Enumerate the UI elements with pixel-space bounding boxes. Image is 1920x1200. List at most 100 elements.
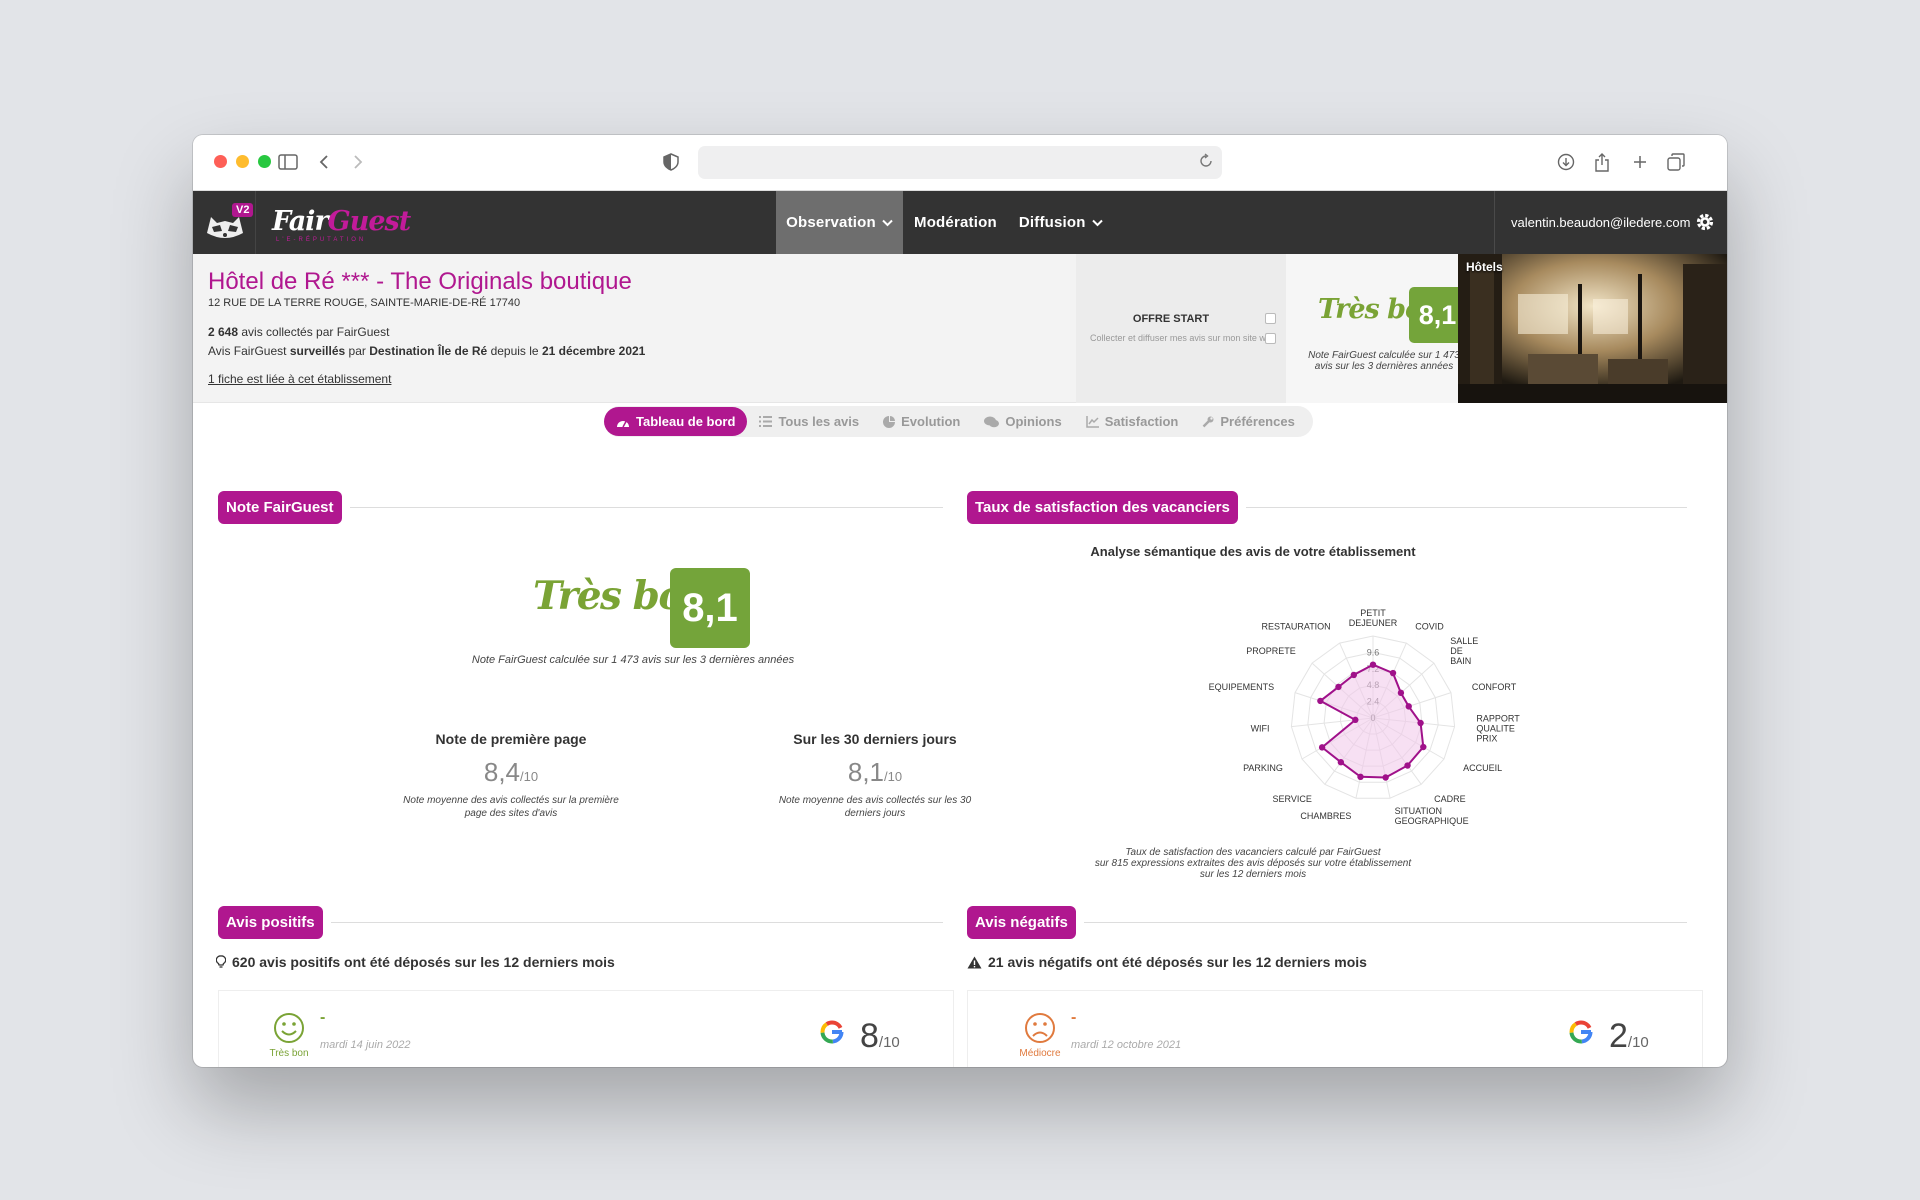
warning-icon [967, 956, 982, 969]
review-score: 8/10 [860, 1017, 900, 1056]
brand-guest: Guest [327, 206, 412, 237]
raccoon-logo[interactable]: V2 [193, 191, 256, 254]
zoom-window-button[interactable] [258, 155, 271, 168]
close-window-button[interactable] [214, 155, 227, 168]
tab-evolution[interactable]: Evolution [871, 407, 972, 436]
section-divider [1245, 507, 1687, 508]
hotel-photo: Hôtels [1458, 254, 1727, 403]
radar-category-label: SITUATION GEOGRAPHIQUE [1395, 806, 1469, 826]
review-date: mardi 12 octobre 2021 [1071, 1039, 1182, 1051]
first-page-stat: Note de première page 8,4/10 Note moyenn… [401, 731, 621, 820]
chevron-down-icon [1091, 214, 1103, 231]
reload-icon[interactable] [1198, 153, 1214, 174]
radar-category-label: CHAMBRES [1300, 811, 1351, 821]
tab-satisfaction[interactable]: Satisfaction [1074, 407, 1191, 436]
positive-reviews-header: Avis positifs [218, 906, 943, 939]
monitoring-organization: Destination Île de Ré [369, 344, 488, 358]
browser-window: V2 FairGuest L'E-RÉPUTATION Observation … [193, 135, 1727, 1067]
menu-observation-label: Observation [786, 214, 876, 231]
stat-note: Note moyenne des avis collectés sur les … [778, 795, 972, 819]
menu-observation[interactable]: Observation [776, 191, 903, 254]
stat-value: 8,4/10 [401, 757, 621, 788]
monitoring-prefix: Avis FairGuest [208, 344, 290, 358]
tab-label: Tableau de bord [636, 414, 736, 429]
user-menu[interactable]: valentin.beaudon@iledere.com [1494, 191, 1727, 254]
radar-data-point [1337, 759, 1345, 766]
tab-label: Tous les avis [778, 414, 860, 429]
menu-diffusion[interactable]: Diffusion [1008, 191, 1114, 254]
radar-data-point [1382, 774, 1389, 781]
list-icon [759, 416, 773, 427]
main-menu: Observation Modération Diffusion [776, 191, 1114, 254]
establishment-header: Hôtel de Ré *** - The Originals boutique… [193, 254, 1727, 437]
user-email: valentin.beaudon@iledere.com [1511, 215, 1691, 230]
fairguest-logo[interactable]: FairGuest [272, 206, 412, 237]
radar-data-point [1369, 661, 1377, 668]
collect-reviews-checkbox[interactable] [1265, 333, 1276, 344]
menu-moderation[interactable]: Modération [903, 191, 1008, 254]
comments-icon [984, 416, 1000, 428]
raccoon-icon [207, 217, 243, 238]
downloads-icon[interactable] [1555, 151, 1577, 173]
offer-title: OFFRE START [1132, 313, 1210, 325]
stat-title: Note de première page [435, 731, 587, 747]
forward-arrow-icon[interactable] [347, 151, 369, 173]
section-divider [330, 922, 943, 923]
tab-tableau-de-bord[interactable]: Tableau de bord [604, 407, 748, 436]
gear-icon[interactable] [1695, 212, 1715, 235]
radar-tick-label: 9.6 [1367, 647, 1380, 657]
tab-tous-les-avis[interactable]: Tous les avis [747, 407, 871, 436]
back-arrow-icon[interactable] [313, 151, 335, 173]
tab-label: Préférences [1220, 414, 1295, 429]
tab-label: Satisfaction [1104, 414, 1179, 429]
review-score: 2/10 [1609, 1017, 1649, 1056]
radar-category-label: PETIT DEJEUNER [1349, 608, 1398, 628]
radar-category-label: ACCUEIL [1463, 763, 1502, 773]
radar-data-point [1335, 683, 1342, 691]
brand-tagline: L'E-RÉPUTATION [276, 237, 367, 243]
address-bar[interactable] [698, 146, 1222, 179]
minimize-window-button[interactable] [236, 155, 249, 168]
radar-data-point [1317, 697, 1324, 705]
hotel-lobby-image [1458, 254, 1727, 403]
negative-reviews-header: Avis négatifs [967, 906, 1687, 939]
brand-fair: Fair [272, 206, 329, 237]
tab-opinions[interactable]: Opinions [972, 407, 1073, 436]
tab-preferences[interactable]: Préférences [1190, 407, 1306, 436]
score-number: 2 [1609, 1017, 1628, 1055]
radar-data-point [1389, 669, 1397, 677]
negative-review-card[interactable]: Médiocre - mardi 12 octobre 2021 2/10 [967, 990, 1703, 1067]
radar-note-line: Taux de satisfaction des vacanciers calc… [1125, 847, 1381, 858]
linked-listing-link[interactable]: 1 fiche est liée à cet établissement [208, 372, 391, 386]
line-chart-icon [1085, 415, 1099, 428]
radar-category-label: PROPRETE [1246, 646, 1296, 656]
reviews-count: 2 648 avis collectés par FairGuest [208, 325, 389, 339]
radar-category-label: RAPPORT QUALITE PRIX [1476, 713, 1520, 743]
negative-summary: 21 avis négatifs ont été déposés sur les… [967, 954, 1367, 970]
positive-summary: 620 avis positifs ont été déposés sur le… [216, 954, 615, 970]
menu-diffusion-label: Diffusion [1018, 214, 1086, 231]
tab-overview-icon[interactable] [1665, 151, 1687, 173]
google-icon [819, 1019, 845, 1050]
radar-chart-title: Analyse sémantique des avis de votre éta… [1090, 544, 1416, 559]
photo-category-label: Hôtels [1466, 260, 1503, 274]
satisfaction-radar-chart: 02.44.87.29.6PETITDEJEUNERCOVIDSALLEDEBA… [1209, 608, 1521, 826]
positive-review-card[interactable]: Très bon - mardi 14 juin 2022 8/10 [218, 990, 954, 1067]
note-fairguest-header: Note FairGuest [218, 491, 943, 524]
google-icon [1568, 1019, 1594, 1050]
radar-note-line: sur les 12 derniers mois [1199, 869, 1307, 880]
sad-face: Médiocre [1015, 1011, 1065, 1059]
privacy-shield-icon[interactable] [660, 151, 682, 173]
section-divider [349, 507, 943, 508]
new-tab-icon[interactable] [1629, 151, 1651, 173]
radar-category-label: CADRE [1434, 794, 1466, 804]
stat-number: 8,4 [483, 757, 521, 787]
offer-start-checkbox[interactable] [1265, 313, 1276, 324]
dashboard-icon [616, 416, 630, 428]
share-icon[interactable] [1591, 151, 1613, 173]
tab-label: Opinions [1005, 414, 1062, 429]
last-30-days-stat: Sur les 30 derniers jours 8,1/10 Note mo… [765, 731, 985, 820]
radar-data-point [1352, 716, 1359, 724]
stat-value: 8,1/10 [765, 757, 985, 788]
sidebar-toggle-icon[interactable] [277, 151, 299, 173]
